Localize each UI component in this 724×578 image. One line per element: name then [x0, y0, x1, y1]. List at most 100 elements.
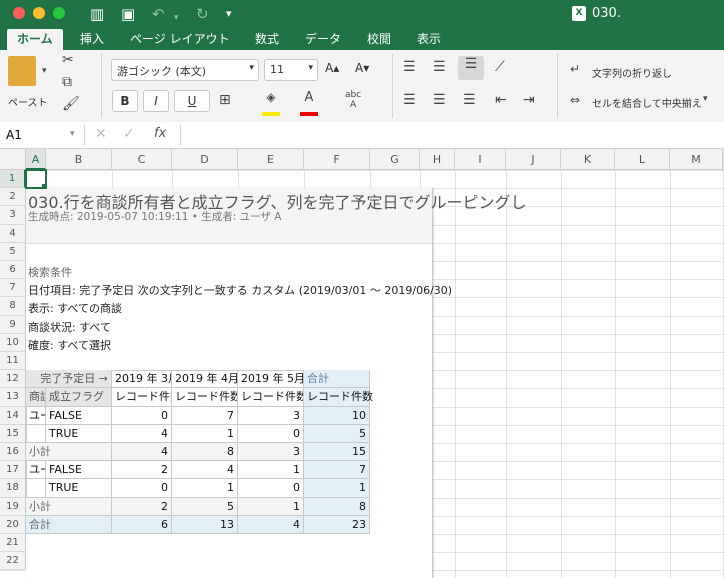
font-name-select[interactable]: 游ゴシック (本文) ▾ [111, 59, 259, 81]
customize-toolbar-icon[interactable]: ▾ [226, 5, 232, 23]
row-header[interactable]: 9 [0, 315, 26, 334]
font-name-value: 游ゴシック (本文) [117, 65, 207, 78]
column-header[interactable]: E [238, 149, 304, 170]
column-header[interactable]: I [455, 149, 506, 170]
column-header[interactable]: L [615, 149, 670, 170]
wrap-text-icon[interactable]: ↵ [570, 62, 580, 76]
metric-header: レコード件数 [112, 388, 172, 407]
sidebar-toggle-icon[interactable]: ▥ [90, 5, 104, 23]
cut-icon[interactable]: ✂ [62, 52, 74, 68]
column-header[interactable]: M [670, 149, 723, 170]
tab-formulas[interactable]: 数式 [255, 31, 279, 48]
row-total-cell: 23 [304, 515, 370, 534]
borders-icon[interactable]: ⊞ [219, 92, 231, 108]
decrease-indent-icon[interactable]: ⇤ [495, 92, 507, 108]
flag-cell: FALSE [46, 461, 112, 480]
align-center-icon[interactable]: ☰ [433, 92, 446, 108]
minimize-window-button[interactable] [33, 7, 45, 19]
bold-button[interactable]: B [112, 90, 138, 112]
tab-view[interactable]: 表示 [417, 31, 441, 48]
spreadsheet-grid[interactable]: A B C D E F G H I J K L M 1 2 3 4 5 6 7 8 9 10 11 12 13 14 15 16 17 18… [0, 149, 724, 578]
row-header[interactable]: 22 [0, 552, 26, 571]
column-header[interactable]: C [112, 149, 172, 170]
phonetic-guide-icon[interactable]: abc A [345, 90, 361, 110]
row-header[interactable]: 3 [0, 206, 26, 225]
name-box[interactable]: A1 [6, 128, 22, 142]
row-header[interactable]: 8 [0, 297, 26, 316]
copy-icon[interactable]: ⧉ [62, 74, 72, 90]
column-header[interactable]: D [172, 149, 238, 170]
insert-function-button[interactable]: fx [154, 126, 166, 141]
merge-center-button[interactable]: セルを結合して中央揃え [592, 95, 702, 110]
value-cell: 1 [172, 424, 238, 443]
row-header[interactable]: 6 [0, 261, 26, 280]
value-cell: 4 [238, 515, 304, 534]
value-cell: 4 [112, 424, 172, 443]
enter-icon[interactable]: ✓ [123, 126, 135, 142]
row-header[interactable]: 4 [0, 224, 26, 243]
row-header[interactable]: 17 [0, 461, 26, 480]
row-header[interactable]: 7 [0, 279, 26, 298]
paste-dropdown-icon[interactable]: ▾ [42, 66, 47, 76]
redo-icon[interactable]: ↻ [196, 5, 209, 23]
row-header[interactable]: 13 [0, 388, 26, 407]
tab-review[interactable]: 校閲 [367, 31, 391, 48]
row-header[interactable]: 18 [0, 479, 26, 498]
tab-page-layout[interactable]: ページ レイアウト [130, 31, 230, 48]
row-header[interactable]: 2 [0, 188, 26, 207]
row-header[interactable]: 11 [0, 352, 26, 371]
value-cell: 7 [172, 406, 238, 425]
italic-button[interactable]: I [143, 90, 169, 112]
undo-dropdown-icon[interactable]: ▾ [174, 9, 179, 27]
column-header[interactable]: A [26, 149, 46, 170]
tab-home[interactable]: ホーム [7, 29, 63, 50]
paste-icon[interactable] [8, 56, 36, 86]
font-size-select[interactable]: 11 ▾ [264, 59, 318, 81]
cancel-icon[interactable]: ✕ [95, 126, 107, 142]
month-header: 2019 年 5月 [238, 370, 304, 389]
name-box-dropdown-icon[interactable]: ▾ [70, 129, 75, 139]
column-header[interactable]: K [561, 149, 615, 170]
align-bottom-icon[interactable]: ☰ [458, 56, 484, 80]
align-top-icon[interactable]: ☰ [403, 59, 416, 75]
tab-insert[interactable]: 挿入 [80, 31, 104, 48]
row-header[interactable]: 15 [0, 424, 26, 443]
row-header[interactable]: 14 [0, 406, 26, 425]
row-header[interactable]: 10 [0, 333, 26, 352]
undo-icon[interactable]: ↶ [152, 5, 165, 23]
close-window-button[interactable] [13, 7, 25, 19]
select-all-corner[interactable] [0, 149, 26, 170]
row-header[interactable]: 1 [0, 170, 26, 189]
column-header[interactable]: H [420, 149, 455, 170]
increase-font-size-icon[interactable]: A▴ [325, 61, 339, 75]
row-header[interactable]: 20 [0, 515, 26, 534]
row-header[interactable]: 12 [0, 370, 26, 389]
underline-button[interactable]: U [174, 90, 210, 112]
maximize-window-button[interactable] [53, 7, 65, 19]
align-left-icon[interactable]: ☰ [403, 92, 416, 108]
align-right-icon[interactable]: ☰ [463, 92, 476, 108]
wrap-text-button[interactable]: 文字列の折り返し [592, 65, 672, 80]
column-header[interactable]: G [370, 149, 420, 170]
merge-center-icon[interactable]: ⇔ [570, 93, 580, 107]
align-middle-icon[interactable]: ☰ [433, 59, 446, 75]
merge-dropdown-icon[interactable]: ▾ [703, 94, 708, 104]
row-header[interactable]: 21 [0, 534, 26, 553]
row-header[interactable]: 19 [0, 497, 26, 516]
column-gridline [455, 149, 456, 578]
report-subtitle: 生成時点: 2019-05-07 10:19:11 • 生成者: ユーザ A [28, 211, 282, 224]
row-header[interactable]: 5 [0, 242, 26, 261]
column-header[interactable]: J [506, 149, 561, 170]
fill-color-icon[interactable]: ◈ [262, 90, 280, 116]
font-color-icon[interactable]: A [300, 90, 318, 116]
increase-indent-icon[interactable]: ⇥ [523, 92, 535, 108]
tab-data[interactable]: データ [305, 31, 341, 48]
owner-cell [26, 424, 46, 443]
orientation-icon[interactable]: ⟋ [495, 59, 505, 75]
decrease-font-size-icon[interactable]: A▾ [355, 61, 369, 75]
save-icon[interactable]: ▣ [121, 5, 135, 23]
row-header[interactable]: 16 [0, 443, 26, 462]
column-header[interactable]: B [46, 149, 112, 170]
column-header[interactable]: F [304, 149, 370, 170]
format-painter-icon[interactable]: 🖌 [62, 96, 80, 112]
